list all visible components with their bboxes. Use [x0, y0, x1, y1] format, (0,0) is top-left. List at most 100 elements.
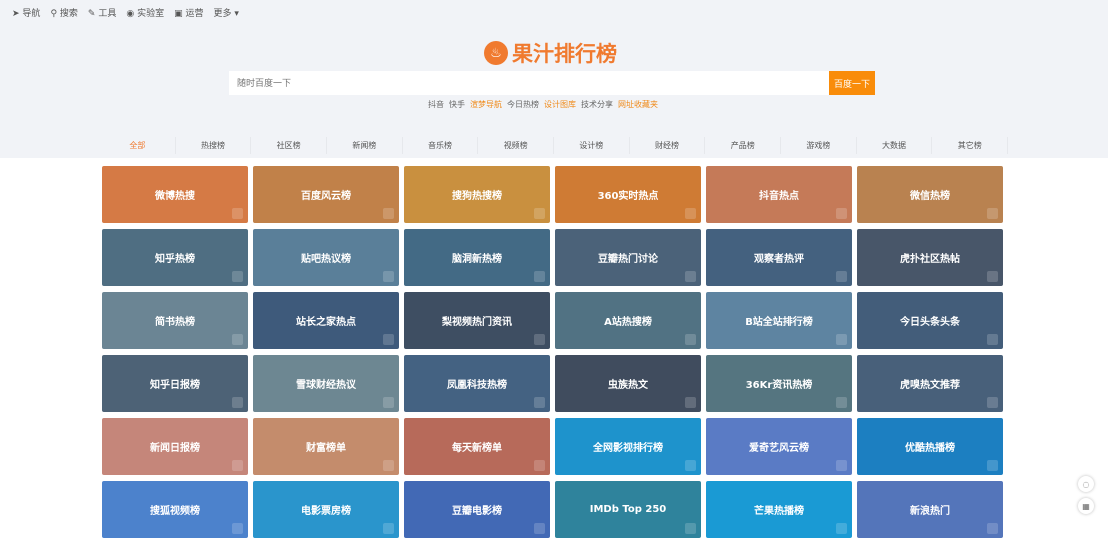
tile-label: 新浪热门: [910, 506, 950, 517]
tile-label: 脑洞新热榜: [452, 254, 502, 265]
hot-link[interactable]: 抖音: [428, 99, 444, 110]
search-button[interactable]: 百度一下: [829, 71, 875, 95]
ranking-tile[interactable]: 凤凰科技热榜: [404, 355, 550, 412]
nav-item[interactable]: 更多 ▾: [214, 6, 239, 19]
ranking-tile[interactable]: 微信热榜: [857, 166, 1003, 223]
flame-icon: ♨: [484, 41, 508, 65]
ranking-tile[interactable]: 梨视频热门资讯: [404, 292, 550, 349]
tile-label: 豆瓣电影榜: [452, 506, 502, 517]
ranking-tile[interactable]: 360实时热点: [555, 166, 701, 223]
source-icon: [383, 397, 394, 408]
ranking-tile[interactable]: 虎嗅热文推荐: [857, 355, 1003, 412]
ranking-tile[interactable]: 全网影视排行榜: [555, 418, 701, 475]
tab-category[interactable]: 设计榜: [554, 137, 630, 154]
tile-label: 搜狐视频榜: [150, 506, 200, 517]
ranking-tile[interactable]: 财富榜单: [253, 418, 399, 475]
ranking-tile[interactable]: 雪球财经热议: [253, 355, 399, 412]
hot-link[interactable]: 今日热榜: [507, 99, 539, 110]
hot-link[interactable]: 快手: [449, 99, 465, 110]
search-input[interactable]: [229, 71, 829, 95]
ranking-tile[interactable]: 虫族热文: [555, 355, 701, 412]
source-icon: [383, 523, 394, 534]
source-icon: [987, 397, 998, 408]
ranking-tile[interactable]: 优酷热播榜: [857, 418, 1003, 475]
qr-code-button[interactable]: ▦: [1078, 498, 1094, 514]
tile-label: 知乎热榜: [155, 254, 195, 265]
tab-category[interactable]: 全部: [100, 137, 176, 154]
tile-label: A站热搜榜: [604, 317, 652, 328]
ranking-tile[interactable]: 观察者热评: [706, 229, 852, 286]
nav-label: 运营: [185, 9, 204, 19]
hot-link[interactable]: 渲梦导航: [470, 99, 502, 110]
source-icon: [534, 523, 545, 534]
ranking-tile[interactable]: 豆瓣热门讨论: [555, 229, 701, 286]
source-icon: [987, 460, 998, 471]
nav-item[interactable]: ⚲ 搜索: [50, 6, 77, 19]
ranking-tile[interactable]: 新浪热门: [857, 481, 1003, 538]
tab-category[interactable]: 新闻榜: [327, 137, 403, 154]
nav-icon: ◉: [126, 9, 135, 19]
ranking-tile[interactable]: 36Kr资讯热榜: [706, 355, 852, 412]
ranking-tile[interactable]: 电影票房榜: [253, 481, 399, 538]
source-icon: [534, 271, 545, 282]
tile-label: 新闻日报榜: [150, 443, 200, 454]
tab-category[interactable]: 视频榜: [478, 137, 555, 154]
ranking-tile[interactable]: 搜狐视频榜: [102, 481, 248, 538]
ranking-tile[interactable]: 微博热搜: [102, 166, 248, 223]
tab-category[interactable]: 热搜榜: [176, 137, 252, 154]
source-icon: [232, 208, 243, 219]
top-nav: ➤ 导航 ⚲ 搜索 ✎ 工具 ◉ 实验室 ▣ 运营 更多 ▾: [12, 6, 239, 19]
ranking-tile[interactable]: B站全站排行榜: [706, 292, 852, 349]
ranking-tile[interactable]: A站热搜榜: [555, 292, 701, 349]
tile-label: 抖音热点: [759, 191, 799, 202]
ranking-tile[interactable]: 知乎日报榜: [102, 355, 248, 412]
source-icon: [534, 397, 545, 408]
tab-category[interactable]: 财经榜: [630, 137, 706, 154]
nav-item[interactable]: ➤ 导航: [12, 6, 40, 19]
ranking-tile[interactable]: 百度风云榜: [253, 166, 399, 223]
source-icon: [685, 271, 696, 282]
ranking-tile[interactable]: 新闻日报榜: [102, 418, 248, 475]
tab-category[interactable]: 其它榜: [932, 137, 1009, 154]
ranking-tile[interactable]: 站长之家热点: [253, 292, 399, 349]
nav-label: 工具: [98, 9, 117, 19]
ranking-tile[interactable]: 简书热榜: [102, 292, 248, 349]
ranking-tile[interactable]: 今日头条头条: [857, 292, 1003, 349]
nav-label: 导航: [22, 9, 41, 19]
nav-item[interactable]: ✎ 工具: [88, 6, 116, 19]
ranking-tile[interactable]: 芒果热播榜: [706, 481, 852, 538]
source-icon: [232, 271, 243, 282]
ranking-tile[interactable]: 爱奇艺风云榜: [706, 418, 852, 475]
tab-category[interactable]: 音乐榜: [403, 137, 479, 154]
hot-link[interactable]: 设计图库: [544, 99, 576, 110]
nav-item[interactable]: ◉ 实验室: [126, 6, 164, 19]
ranking-tile[interactable]: 抖音热点: [706, 166, 852, 223]
ranking-tile[interactable]: 贴吧热议榜: [253, 229, 399, 286]
source-icon: [534, 460, 545, 471]
nav-label: 搜索: [59, 9, 78, 19]
ranking-tile[interactable]: IMDb Top 250: [555, 481, 701, 538]
ranking-tile[interactable]: 知乎热榜: [102, 229, 248, 286]
tab-category[interactable]: 大数据: [857, 137, 933, 154]
source-icon: [987, 334, 998, 345]
tile-label: 电影票房榜: [301, 506, 351, 517]
chat-button[interactable]: ◌: [1078, 476, 1094, 492]
ranking-tile[interactable]: 虎扑社区热帖: [857, 229, 1003, 286]
tab-category[interactable]: 游戏榜: [781, 137, 857, 154]
ranking-tile[interactable]: 豆瓣电影榜: [404, 481, 550, 538]
tile-label: 虎嗅热文推荐: [900, 380, 960, 391]
tile-label: 全网影视排行榜: [593, 443, 663, 454]
ranking-tile[interactable]: 搜狗热搜榜: [404, 166, 550, 223]
source-icon: [383, 460, 394, 471]
site-logo[interactable]: ♨ 果汁排行榜: [484, 38, 617, 68]
tab-category[interactable]: 产品榜: [705, 137, 782, 154]
tab-category[interactable]: 社区榜: [251, 137, 328, 154]
hot-link[interactable]: 网址收藏夹: [618, 99, 658, 110]
hot-link[interactable]: 技术分享: [581, 99, 613, 110]
tile-label: 财富榜单: [306, 443, 346, 454]
source-icon: [232, 460, 243, 471]
ranking-tile[interactable]: 脑洞新热榜: [404, 229, 550, 286]
tile-label: 虎扑社区热帖: [900, 254, 960, 265]
nav-item[interactable]: ▣ 运营: [174, 6, 203, 19]
ranking-tile[interactable]: 每天新榜单: [404, 418, 550, 475]
